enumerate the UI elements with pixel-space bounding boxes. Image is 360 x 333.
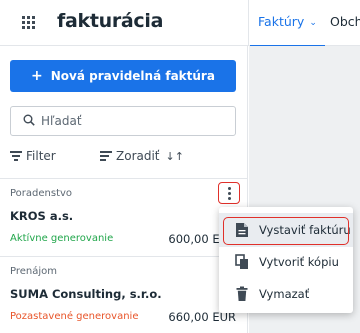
list-item[interactable]: Poradenstvo KROS a.s. Aktívne generovani… <box>0 178 248 256</box>
tab-obchod-label: Obch <box>330 14 360 29</box>
tab-faktury[interactable]: Faktúry ⌄ <box>250 14 325 48</box>
item-category: Poradenstvo <box>10 188 73 199</box>
menu-item-delete[interactable]: Vymazať <box>219 277 353 311</box>
app-title: fakturácia <box>57 10 164 32</box>
item-status: Pozastavené generovanie <box>10 311 139 322</box>
search-icon <box>23 114 35 126</box>
document-icon <box>236 223 248 237</box>
item-name: KROS a.s. <box>10 209 74 223</box>
new-recurring-invoice-label: Nová pravidelná faktúra <box>50 69 215 83</box>
menu-item-label: Vystaviť faktúru <box>259 223 351 237</box>
tab-faktury-label: Faktúry <box>258 14 305 29</box>
menu-item-issue-invoice[interactable]: Vystaviť faktúru <box>219 213 353 247</box>
app-window: fakturácia Faktúry ⌄ Obch + Nová pravideln… <box>0 0 360 333</box>
menu-item-label: Vytvoriť kópiu <box>259 255 339 269</box>
header-divider <box>248 0 249 46</box>
sort-button[interactable]: Zoradiť ↓↑ <box>100 149 184 163</box>
filter-label: Filter <box>26 149 56 163</box>
list-item[interactable]: Prenájom SUMA Consulting, s.r.o. Pozasta… <box>0 256 248 333</box>
chevron-down-icon: ⌄ <box>309 18 317 28</box>
sort-icon <box>100 151 112 161</box>
trash-icon <box>236 286 248 301</box>
search-box[interactable] <box>10 106 236 136</box>
more-actions-button[interactable] <box>218 182 240 204</box>
menu-item-create-copy[interactable]: Vytvoriť kópiu <box>219 245 353 279</box>
actions-menu: Vystaviť faktúru Vytvoriť kópiu Vymazať <box>219 207 353 313</box>
tab-obchod[interactable]: Obch <box>330 14 360 29</box>
apps-grid-icon[interactable] <box>22 16 36 30</box>
sort-label: Zoradiť <box>116 149 160 163</box>
item-status: Aktívne generovanie <box>10 233 114 244</box>
plus-icon: + <box>31 68 43 84</box>
filter-button[interactable]: Filter <box>10 149 56 163</box>
item-name: SUMA Consulting, s.r.o. <box>10 287 162 301</box>
copy-icon <box>235 254 248 269</box>
sort-direction-icon[interactable]: ↓↑ <box>166 150 184 163</box>
menu-item-label: Vymazať <box>259 287 310 301</box>
filter-icon <box>10 151 22 161</box>
item-category: Prenájom <box>10 266 58 277</box>
top-header: fakturácia Faktúry ⌄ Obch <box>0 0 360 48</box>
new-recurring-invoice-button[interactable]: + Nová pravidelná faktúra <box>10 60 236 92</box>
search-input[interactable] <box>41 107 229 135</box>
recurring-invoice-list-panel: + Nová pravidelná faktúra Filter Zoradiť ↓… <box>0 46 248 333</box>
